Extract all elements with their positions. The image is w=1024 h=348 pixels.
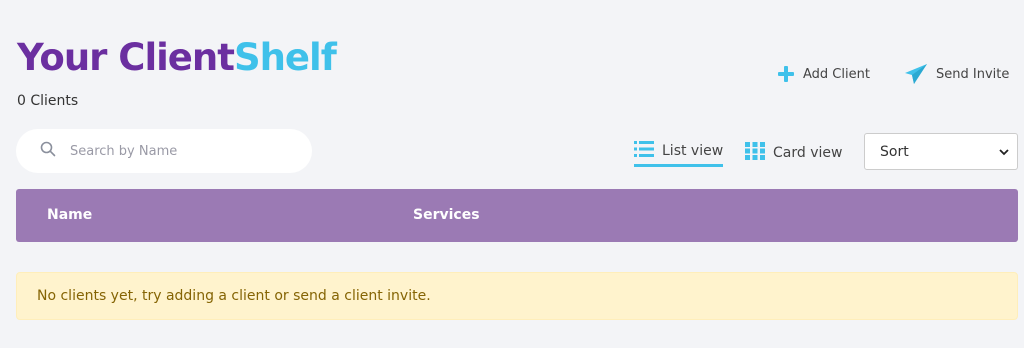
card-view-label: Card view xyxy=(773,145,843,161)
list-view-label: List view xyxy=(662,143,724,159)
empty-state-alert: No clients yet, try adding a client or s… xyxy=(16,272,1018,320)
table-header: Name Services xyxy=(16,189,1018,242)
title-part-your-client: Your Client xyxy=(17,36,235,79)
send-invite-button[interactable]: Send Invite xyxy=(904,62,1009,86)
page-title: Your ClientShelf xyxy=(17,36,337,79)
column-header-services[interactable]: Services xyxy=(413,207,480,223)
empty-state-message: No clients yet, try adding a client or s… xyxy=(37,288,431,304)
title-part-shelf: Shelf xyxy=(233,36,337,79)
chevron-down-icon xyxy=(999,144,1009,160)
grid-icon xyxy=(745,142,765,164)
search-input[interactable] xyxy=(70,143,290,159)
send-invite-label: Send Invite xyxy=(936,66,1010,82)
add-client-button[interactable]: Add Client xyxy=(777,62,870,86)
list-view-button[interactable]: List view xyxy=(634,140,724,167)
list-icon xyxy=(634,140,654,162)
column-header-name[interactable]: Name xyxy=(47,207,92,223)
search-icon xyxy=(40,141,56,161)
search-box[interactable] xyxy=(16,129,312,173)
paper-plane-icon xyxy=(904,63,928,85)
plus-icon xyxy=(777,65,795,83)
client-count: 0 Clients xyxy=(17,93,79,109)
add-client-label: Add Client xyxy=(803,66,870,82)
sort-selected-value: Sort xyxy=(880,143,909,160)
sort-select[interactable]: Sort xyxy=(864,133,1018,170)
card-view-button[interactable]: Card view xyxy=(745,140,842,166)
